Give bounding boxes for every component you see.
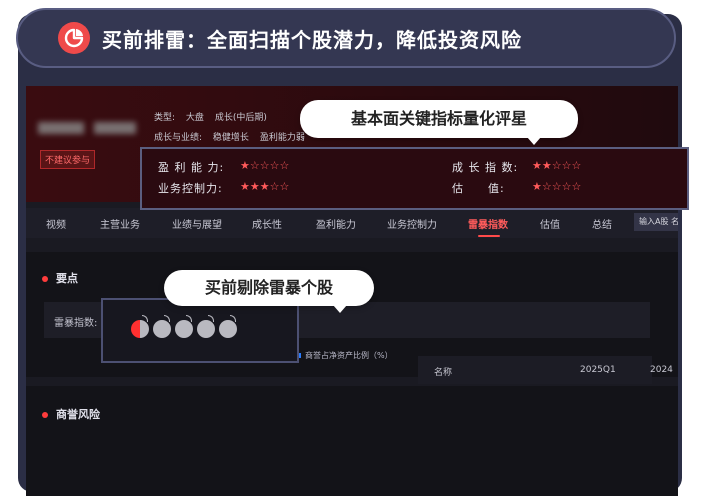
key-points-title: 要点 [42, 270, 78, 286]
goodwill-label: 商誉风险 [56, 408, 100, 421]
goodwill-table-header: 名称 2025Q1 2024 [418, 356, 673, 384]
promo-banner: 买前排雷：全面扫描个股潜力，降低投资风险 [16, 8, 676, 68]
thunder-highlight-box [101, 298, 299, 363]
goodwill-section: 商誉风险 [26, 386, 678, 496]
thunder-tooltip-text: 买前剔除雷暴个股 [204, 278, 333, 297]
col-2025q1: 2025Q1 [580, 365, 616, 375]
rating-label-valuation: 估 值: [452, 182, 505, 195]
section-dot-icon [42, 276, 48, 282]
growth-label: 成长与业绩: [154, 133, 203, 143]
bomb-icon [175, 315, 193, 338]
pie-chart-icon [58, 22, 90, 54]
tab-summary[interactable]: 总结 [592, 216, 612, 231]
tab-bar: 视频 主营业务 业绩与展望 成长性 盈利能力 业务控制力 雷暴指数 估值 总结 … [26, 208, 678, 238]
rating-stars-profitability: ★☆☆☆☆ [240, 159, 290, 172]
rating-stars-growth: ★★☆☆☆ [532, 159, 582, 172]
tab-thunder-index[interactable]: 雷暴指数 [468, 216, 508, 231]
stock-code-blurred [94, 122, 136, 134]
stock-search-input[interactable]: 输入A股 名 [634, 213, 678, 231]
growth-value-0: 稳健增长 [212, 133, 249, 143]
goodwill-title: 商誉风险 [42, 406, 100, 422]
key-points-label: 要点 [56, 272, 78, 285]
advice-badge: 不建议参与 [40, 150, 96, 169]
section-dot-icon [42, 412, 48, 418]
bomb-icon [153, 315, 171, 338]
type-value-0: 大盘 [185, 113, 204, 123]
stock-name-blurred [38, 122, 84, 134]
rating-stars-business-control: ★★★☆☆ [240, 180, 290, 193]
thunder-label: 雷暴指数: [54, 318, 98, 329]
active-tab-indicator [478, 235, 500, 237]
rating-label-business-control: 业务控制力: [158, 182, 223, 195]
col-name: 名称 [434, 368, 453, 378]
legend-label: 商誉占净资产比例（%） [305, 351, 393, 360]
thunder-tooltip: 买前剔除雷暴个股 [164, 270, 374, 313]
tab-main-business[interactable]: 主营业务 [100, 216, 140, 231]
growth-value-1: 盈利能力弱 [259, 133, 305, 143]
rating-highlight-box: 盈 利 能 力: ★☆☆☆☆ 业务控制力: ★★★☆☆ 成 长 指 数: ★★☆… [140, 147, 689, 210]
col-2024: 2024 [650, 365, 673, 375]
rating-tooltip: 基本面关键指标量化评星 [300, 100, 578, 145]
tab-valuation[interactable]: 估值 [540, 216, 560, 231]
thunder-rating [131, 315, 237, 338]
tab-business-control[interactable]: 业务控制力 [387, 216, 437, 231]
stock-type: 类型: 大盘 成长(中后期) [154, 110, 275, 123]
stock-growth: 成长与业绩: 稳健增长 盈利能力弱 [154, 130, 313, 143]
rating-label-profitability: 盈 利 能 力: [158, 161, 225, 174]
rating-stars-valuation: ★☆☆☆☆ [532, 180, 582, 193]
banner-title: 买前排雷：全面扫描个股潜力，降低投资风险 [102, 27, 522, 52]
bomb-icon [219, 315, 237, 338]
goodwill-legend: 商誉占净资产比例（%） [296, 350, 393, 361]
type-label: 类型: [154, 113, 176, 123]
bomb-icon [131, 315, 149, 338]
tab-video[interactable]: 视频 [46, 216, 66, 231]
rating-label-growth: 成 长 指 数: [452, 161, 519, 174]
bomb-icon [197, 315, 215, 338]
tab-profitability[interactable]: 盈利能力 [316, 216, 356, 231]
tab-growth[interactable]: 成长性 [252, 216, 282, 231]
tab-performance[interactable]: 业绩与展望 [172, 216, 222, 231]
rating-tooltip-text: 基本面关键指标量化评星 [350, 109, 527, 128]
type-value-1: 成长(中后期) [214, 113, 267, 123]
